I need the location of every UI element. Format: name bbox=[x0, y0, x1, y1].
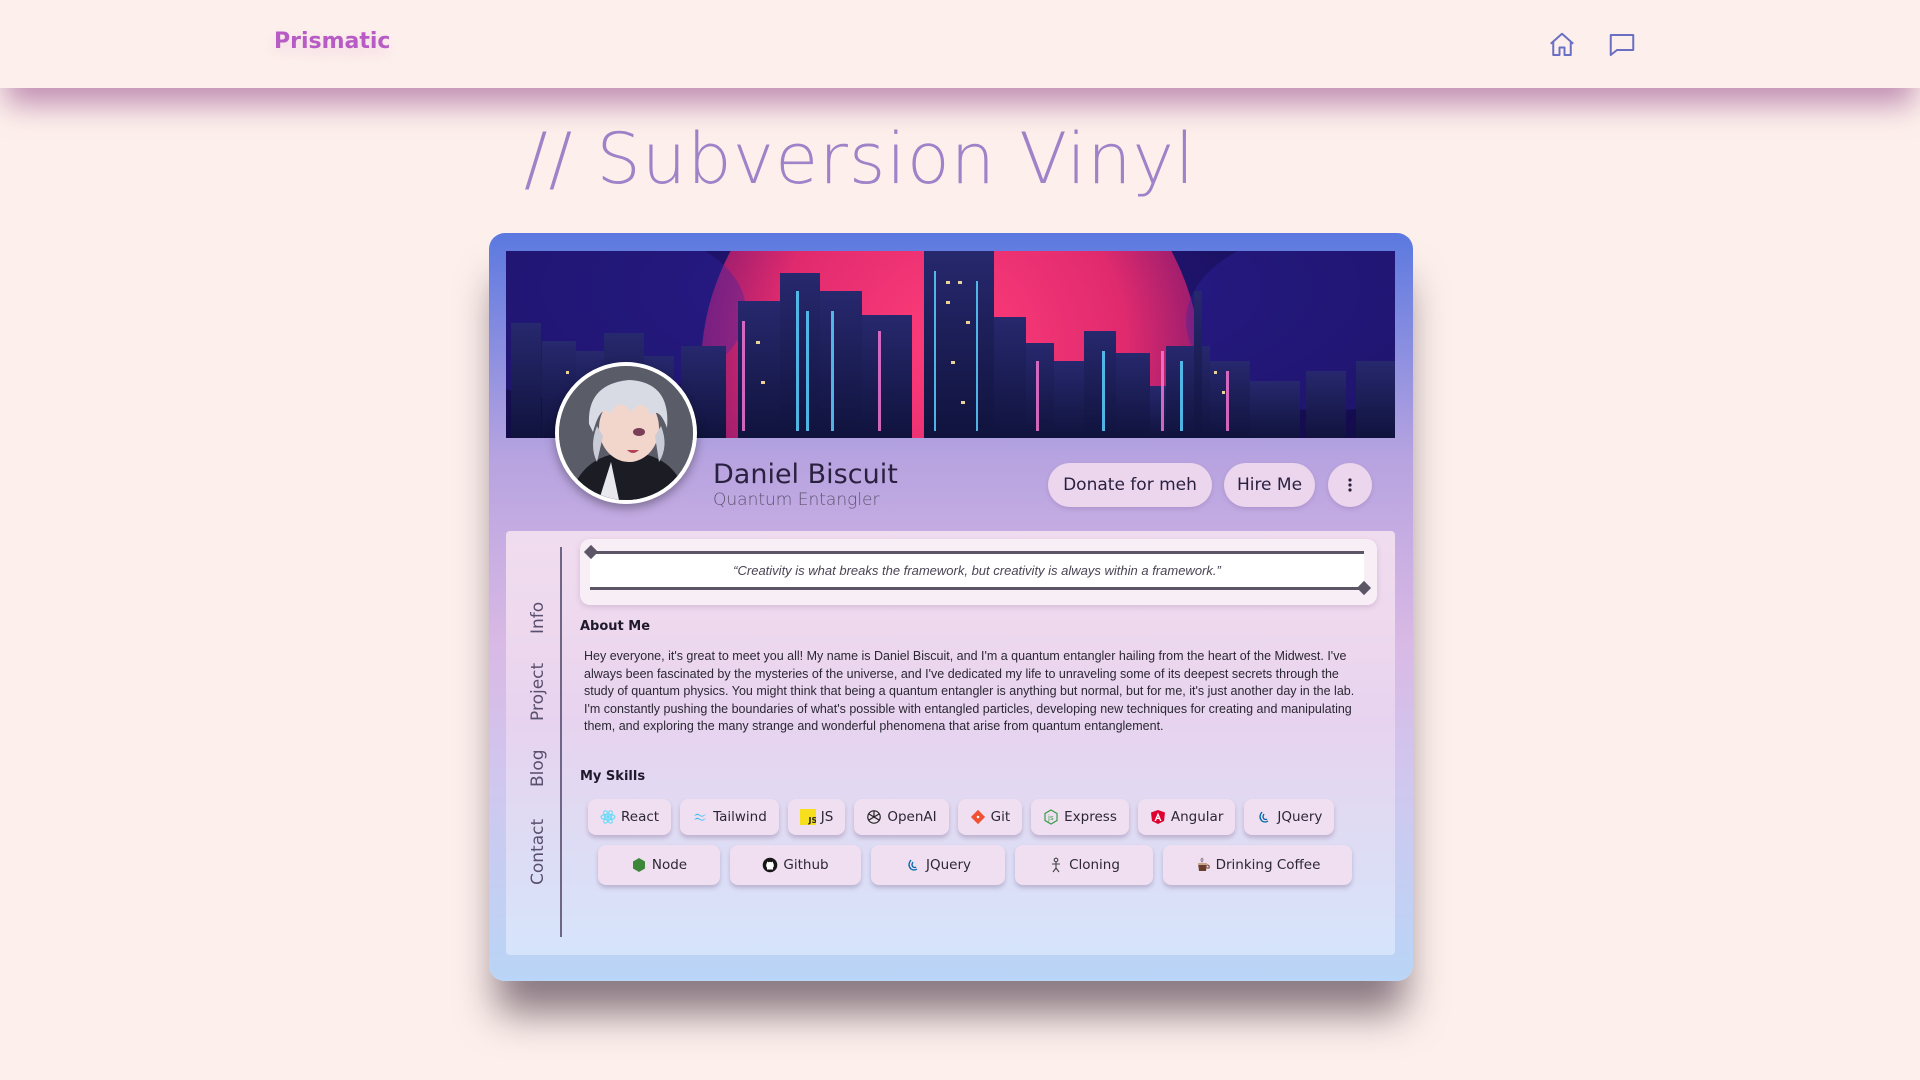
svg-text:js: js bbox=[1047, 814, 1054, 822]
react-icon bbox=[600, 809, 616, 825]
about-text: Hey everyone, it's great to meet you all… bbox=[584, 649, 1355, 734]
js-icon: JS bbox=[799, 809, 816, 825]
hire-me-button[interactable]: Hire Me bbox=[1224, 463, 1315, 507]
skills-row-1: React Tailwind JS JS OpenAI Git js Expre… bbox=[588, 799, 1335, 835]
skill-chip[interactable]: JQuery bbox=[871, 845, 1005, 885]
skill-label: Express bbox=[1064, 809, 1117, 825]
skill-chip[interactable]: OpenAI bbox=[854, 799, 949, 835]
skill-chip[interactable]: Git bbox=[957, 799, 1023, 835]
skill-chip[interactable]: Github bbox=[730, 845, 861, 885]
quote-text: “Creativity is what breaks the framework… bbox=[590, 551, 1364, 589]
tab-info[interactable]: Info bbox=[528, 602, 548, 634]
side-nav-divider bbox=[560, 547, 562, 937]
skill-label: Node bbox=[651, 857, 688, 873]
skill-label: OpenAI bbox=[887, 809, 937, 825]
skill-label: JQuery bbox=[925, 857, 971, 873]
express-icon: js bbox=[1043, 809, 1059, 825]
skill-label: JQuery bbox=[1277, 809, 1323, 825]
cloning-icon bbox=[1048, 857, 1064, 873]
skill-chip[interactable]: Node bbox=[598, 845, 720, 885]
skill-label: React bbox=[621, 809, 660, 825]
home-icon[interactable] bbox=[1547, 30, 1577, 60]
brand-logo[interactable]: Prismatic bbox=[274, 29, 390, 54]
coffee-icon bbox=[1195, 857, 1211, 873]
tailwind-icon bbox=[692, 809, 708, 825]
jquery-icon bbox=[905, 857, 921, 873]
quote-box: “Creativity is what breaks the framework… bbox=[580, 539, 1377, 605]
skill-label: Cloning bbox=[1069, 857, 1120, 873]
skill-chip[interactable]: Tailwind bbox=[680, 799, 779, 835]
profile-name: Daniel Biscuit bbox=[713, 459, 898, 490]
skill-chip[interactable]: React bbox=[588, 799, 672, 835]
quote-bottom-line bbox=[590, 587, 1364, 590]
github-icon bbox=[762, 857, 778, 873]
skill-chip[interactable]: Drinking Coffee bbox=[1163, 845, 1352, 885]
donate-button[interactable]: Donate for meh bbox=[1048, 463, 1212, 507]
git-icon bbox=[970, 809, 986, 825]
top-navigation-bar: Prismatic bbox=[0, 0, 1920, 88]
angular-icon bbox=[1150, 809, 1166, 825]
avatar bbox=[555, 362, 697, 504]
kebab-menu-icon bbox=[1348, 478, 1352, 492]
svg-text:JS: JS bbox=[807, 816, 816, 825]
tab-blog[interactable]: Blog bbox=[528, 749, 548, 787]
skill-label: Tailwind bbox=[713, 809, 767, 825]
skill-label: JS bbox=[820, 809, 834, 825]
profile-content-panel: Info Project Blog Contact “Creativity is… bbox=[506, 531, 1395, 955]
page-title: // Subversion Vinyl bbox=[524, 118, 1196, 200]
more-options-button[interactable] bbox=[1328, 463, 1372, 507]
node-icon bbox=[631, 857, 647, 873]
skill-label: Github bbox=[783, 857, 829, 873]
openai-icon bbox=[866, 809, 882, 825]
skills-row-2: Node Github JQuery Cloning Drinking Coff… bbox=[598, 845, 1352, 885]
chat-icon[interactable] bbox=[1607, 30, 1637, 60]
about-heading: About Me bbox=[580, 619, 651, 634]
tab-contact[interactable]: Contact bbox=[528, 819, 548, 885]
skill-label: Drinking Coffee bbox=[1215, 857, 1321, 873]
quote-top-line bbox=[590, 551, 1364, 554]
skill-chip[interactable]: JS JS bbox=[787, 799, 846, 835]
skill-chip[interactable]: Angular bbox=[1137, 799, 1236, 835]
tab-project[interactable]: Project bbox=[528, 663, 548, 721]
skills-heading: My Skills bbox=[580, 769, 646, 784]
skill-chip[interactable]: JQuery bbox=[1244, 799, 1335, 835]
skill-label: Angular bbox=[1170, 809, 1224, 825]
skill-chip[interactable]: Cloning bbox=[1015, 845, 1153, 885]
jquery-icon bbox=[1256, 809, 1272, 825]
skill-label: Git bbox=[990, 809, 1011, 825]
skill-chip[interactable]: js Express bbox=[1031, 799, 1129, 835]
profile-card: Daniel Biscuit Quantum Entangler Donate … bbox=[489, 233, 1413, 981]
profile-role: Quantum Entangler bbox=[713, 490, 880, 510]
